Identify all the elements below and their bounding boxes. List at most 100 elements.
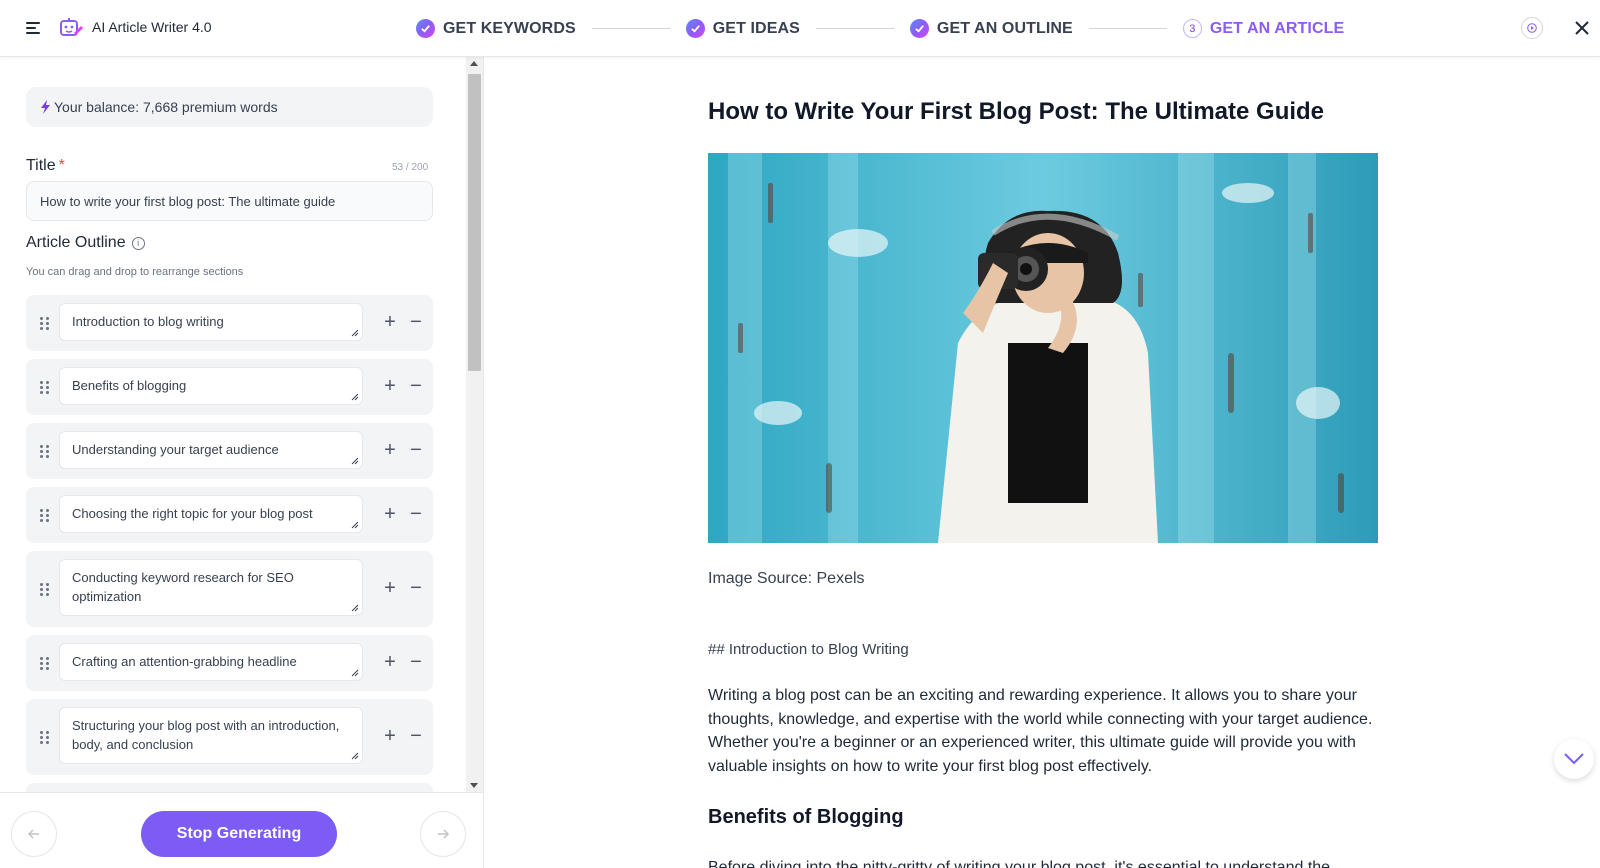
drag-handle-icon[interactable]: [40, 381, 50, 394]
outline-section: Understanding your target audience + −: [26, 423, 433, 479]
section-text: Structuring your blog post with an intro…: [72, 718, 340, 752]
step-connector: [1088, 28, 1167, 29]
outline-section: Introduction to blog writing + −: [26, 295, 433, 351]
section-text: Choosing the right topic for your blog p…: [72, 506, 313, 521]
scroll-to-bottom-button[interactable]: [1554, 739, 1594, 779]
add-section-button[interactable]: +: [382, 440, 398, 460]
menu-icon[interactable]: [24, 18, 44, 38]
remove-section-button[interactable]: −: [408, 504, 424, 524]
scroll-down-arrow-icon[interactable]: [470, 783, 478, 788]
outline-hint: You can drag and drop to rearrange secti…: [26, 266, 244, 278]
back-button[interactable]: [11, 811, 57, 857]
app-logo-icon: [60, 18, 83, 36]
add-section-button[interactable]: +: [382, 376, 398, 396]
outline-section: Choosing the right topic for your blog p…: [26, 487, 433, 543]
resize-grip-icon[interactable]: [351, 457, 359, 465]
check-icon: [685, 19, 705, 38]
drag-handle-icon[interactable]: [40, 509, 50, 522]
section-text: Conducting keyword research for SEO opti…: [72, 570, 294, 604]
lightning-icon: [41, 100, 50, 114]
section-input[interactable]: Benefits of blogging: [59, 367, 363, 405]
chevron-down-icon: [1564, 753, 1584, 765]
section-text: Understanding your target audience: [72, 442, 279, 457]
check-icon: [416, 19, 435, 38]
title-input[interactable]: [26, 181, 433, 221]
step-get-keywords[interactable]: GET KEYWORDS: [416, 19, 576, 38]
add-section-button[interactable]: +: [382, 504, 398, 524]
section-text: Crafting an attention-grabbing headline: [72, 654, 297, 669]
section-input[interactable]: Crafting an attention-grabbing headline: [59, 643, 363, 681]
remove-section-button[interactable]: −: [408, 312, 424, 332]
step-get-ideas[interactable]: GET IDEAS: [685, 19, 800, 38]
step-label: GET AN ARTICLE: [1209, 19, 1345, 37]
step-label: GET AN OUTLINE: [936, 19, 1073, 37]
required-mark: *: [58, 157, 65, 174]
close-icon[interactable]: [1571, 17, 1593, 39]
outline-section: Crafting an attention-grabbing headline …: [26, 635, 433, 691]
info-icon[interactable]: i: [131, 236, 145, 250]
drag-handle-icon[interactable]: [40, 445, 50, 458]
resize-grip-icon[interactable]: [351, 521, 359, 529]
resize-grip-icon[interactable]: [351, 393, 359, 401]
benefits-paragraph: Before diving into the nitty-gritty of w…: [708, 859, 1331, 868]
panel-footer: Stop Generating: [0, 792, 483, 868]
balance-badge: Your balance: 7,668 premium words: [26, 87, 433, 127]
section-input[interactable]: Understanding your target audience: [59, 431, 363, 469]
play-icon[interactable]: [1521, 17, 1543, 39]
section-input[interactable]: Introduction to blog writing: [59, 303, 363, 341]
step-number: 3: [1182, 19, 1202, 38]
section-input[interactable]: Conducting keyword research for SEO opti…: [59, 559, 363, 616]
check-icon: [909, 19, 929, 38]
remove-section-button[interactable]: −: [408, 726, 424, 746]
arrow-left-icon: [27, 829, 39, 839]
title-char-count: 53 / 200: [392, 162, 429, 173]
drag-handle-icon[interactable]: [40, 731, 50, 744]
outline-section: [26, 783, 433, 792]
resize-grip-icon[interactable]: [351, 752, 359, 760]
add-section-button[interactable]: +: [382, 312, 398, 332]
outline-section: Benefits of blogging + −: [26, 359, 433, 415]
outline-scrollbar[interactable]: [466, 57, 483, 792]
remove-section-button[interactable]: −: [408, 578, 424, 598]
step-label: GET KEYWORDS: [443, 19, 576, 37]
section-text: Benefits of blogging: [72, 378, 187, 393]
remove-section-button[interactable]: −: [408, 376, 424, 396]
section-text: Introduction to blog writing: [72, 314, 224, 329]
article-title: How to Write Your First Blog Post: The U…: [708, 98, 1325, 125]
remove-section-button[interactable]: −: [408, 652, 424, 672]
add-section-button[interactable]: +: [382, 578, 398, 598]
resize-grip-icon[interactable]: [351, 329, 359, 337]
drag-handle-icon[interactable]: [40, 317, 50, 330]
arrow-right-icon: [438, 829, 450, 839]
article-outline-label: Article Outline i: [26, 234, 145, 252]
title-label-text: Title: [26, 157, 56, 174]
step-get-article[interactable]: 3 GET AN ARTICLE: [1182, 19, 1345, 38]
outline-scroll-area[interactable]: Your balance: 7,668 premium words Title *…: [0, 57, 466, 792]
section-input[interactable]: Choosing the right topic for your blog p…: [59, 495, 363, 533]
outline-label-text: Article Outline: [26, 234, 126, 251]
add-section-button[interactable]: +: [382, 726, 398, 746]
outline-section: Structuring your blog post with an intro…: [26, 699, 433, 775]
outline-section: Conducting keyword research for SEO opti…: [26, 551, 433, 627]
intro-heading: ## Introduction to Blog Writing: [708, 641, 909, 658]
scrollbar-thumb[interactable]: [468, 74, 481, 371]
benefits-heading: Benefits of Blogging: [708, 806, 904, 828]
section-input[interactable]: Structuring your blog post with an intro…: [59, 707, 363, 764]
scroll-up-arrow-icon[interactable]: [470, 61, 478, 66]
resize-grip-icon[interactable]: [351, 669, 359, 677]
image-source-caption: Image Source: Pexels: [708, 570, 865, 587]
remove-section-button[interactable]: −: [408, 440, 424, 460]
stop-generating-button[interactable]: Stop Generating: [141, 811, 337, 857]
next-button[interactable]: [420, 811, 466, 857]
title-label: Title *: [26, 157, 65, 175]
article-preview: How to Write Your First Blog Post: The U…: [484, 57, 1600, 868]
step-connector: [815, 28, 894, 29]
resize-grip-icon[interactable]: [351, 604, 359, 612]
outline-panel: Your balance: 7,668 premium words Title *…: [0, 57, 484, 868]
drag-handle-icon[interactable]: [40, 657, 50, 670]
step-label: GET IDEAS: [712, 19, 800, 37]
add-section-button[interactable]: +: [382, 652, 398, 672]
step-get-outline[interactable]: GET AN OUTLINE: [909, 19, 1073, 38]
drag-handle-icon[interactable]: [40, 583, 50, 596]
article-hero-image: [708, 153, 1378, 543]
